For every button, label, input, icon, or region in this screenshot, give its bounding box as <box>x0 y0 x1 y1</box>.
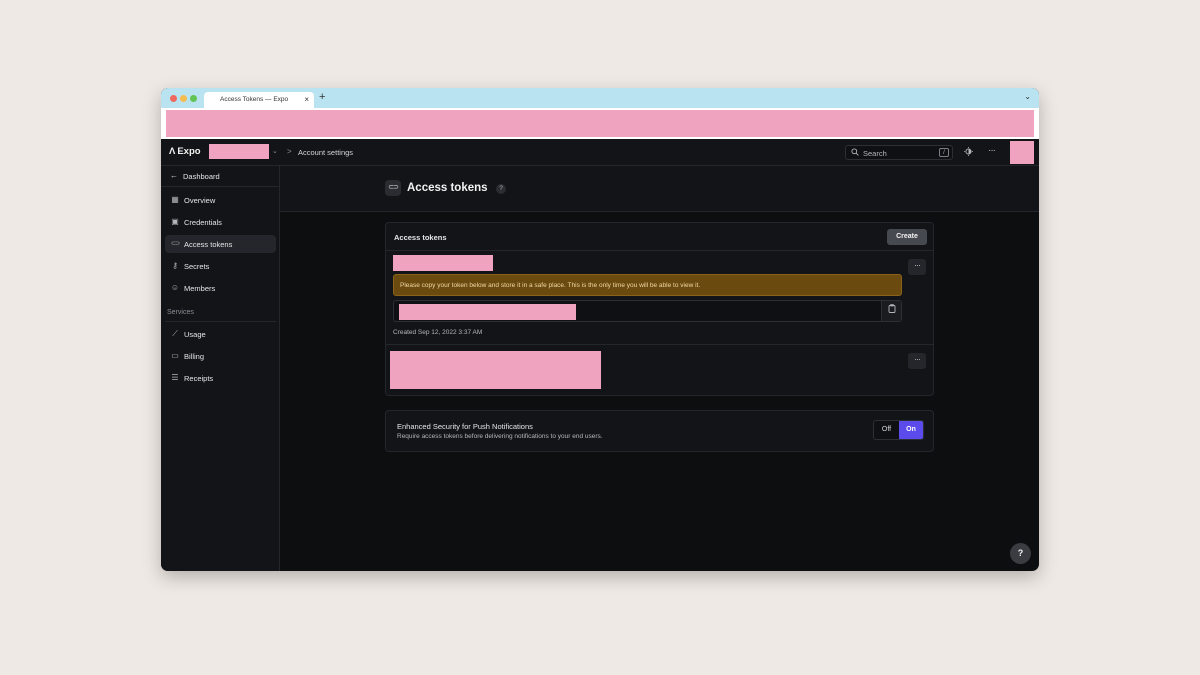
sidebar-divider <box>165 321 276 322</box>
maximize-window-button[interactable] <box>190 95 197 102</box>
sidebar: ← Dashboard ▦ Overview ▣ Credentials ⊂⊃ … <box>161 166 280 571</box>
sidebar-item-label: Access tokens <box>184 240 233 249</box>
push-security-card: Enhanced Security for Push Notifications… <box>385 410 934 452</box>
copy-token-warning: Please copy your token below and store i… <box>393 274 902 296</box>
browser-window: Access Tokens — Expo × + ⌄ Λ Expo ⌄ > Acc… <box>161 88 1039 571</box>
search-shortcut-key: / <box>939 148 949 157</box>
sidebar-item-label: Credentials <box>184 218 222 227</box>
browser-tab-title: Access Tokens — Expo <box>220 96 289 103</box>
chart-icon: ⟋ <box>172 329 178 338</box>
push-security-title: Enhanced Security for Push Notifications <box>397 422 533 431</box>
search-placeholder: Search <box>863 149 887 158</box>
token-row-menu-button[interactable]: ··· <box>908 259 926 275</box>
sidebar-item-label: Receipts <box>184 374 214 383</box>
receipt-icon: ☰ <box>171 373 179 382</box>
expo-logo[interactable]: Λ Expo <box>169 146 201 157</box>
expo-logo-icon: Λ <box>169 146 176 157</box>
address-bar[interactable] <box>161 108 1039 139</box>
redacted-account-switcher[interactable] <box>209 144 269 159</box>
toggle-off-option[interactable]: Off <box>874 421 899 439</box>
sidebar-item-label: Members <box>184 284 216 293</box>
card-title: Access tokens <box>394 233 447 242</box>
redacted-avatar[interactable] <box>1010 141 1034 164</box>
push-security-description: Require access tokens before delivering … <box>397 433 603 440</box>
copy-icon[interactable] <box>881 301 901 321</box>
id-card-icon: ▣ <box>171 217 179 226</box>
breadcrumb-account-settings[interactable]: Account settings <box>298 148 353 157</box>
sidebar-item-secrets[interactable]: ⚷ Secrets <box>165 257 276 275</box>
token-row-menu-button[interactable]: ··· <box>908 353 926 369</box>
access-tokens-card: Access tokens Create ··· Please copy you… <box>385 222 934 396</box>
close-window-button[interactable] <box>170 95 177 102</box>
billing-icon: ▭ <box>171 351 179 360</box>
theme-toggle-icon[interactable] <box>964 147 973 158</box>
app-top-bar: Λ Expo ⌄ > Account settings Search / ··· <box>161 139 1039 166</box>
redacted-address-bar <box>166 110 1034 137</box>
close-tab-icon[interactable]: × <box>304 95 309 104</box>
token-row-divider <box>386 344 933 345</box>
redacted-token-name <box>393 255 493 271</box>
back-to-dashboard-link[interactable]: ← Dashboard <box>161 166 280 187</box>
page-title: Access tokens <box>407 182 488 194</box>
members-icon: ☺ <box>170 283 180 292</box>
browser-tab[interactable]: Access Tokens — Expo × <box>204 92 314 108</box>
sidebar-item-label: Usage <box>184 330 206 339</box>
minimize-window-button[interactable] <box>180 95 187 102</box>
sidebar-item-credentials[interactable]: ▣ Credentials <box>165 213 276 231</box>
page-header: ⊂⊃ Access tokens ? <box>280 166 1039 212</box>
redacted-token-row <box>390 351 601 389</box>
search-input[interactable]: Search / <box>845 145 953 160</box>
access-token-icon: ⊂⊃ <box>385 180 401 196</box>
token-icon: ⊂⊃ <box>170 241 180 247</box>
search-icon <box>851 148 859 158</box>
browser-tab-bar: Access Tokens — Expo × + ⌄ <box>161 88 1039 108</box>
sidebar-item-billing[interactable]: ▭ Billing <box>165 347 276 365</box>
sidebar-item-label: Secrets <box>184 262 210 271</box>
back-label: Dashboard <box>183 172 220 181</box>
sidebar-item-access-tokens[interactable]: ⊂⊃ Access tokens <box>165 235 276 253</box>
sidebar-item-overview[interactable]: ▦ Overview <box>165 191 276 209</box>
arrow-left-icon: ← <box>170 171 178 180</box>
help-floating-button[interactable]: ? <box>1010 543 1031 564</box>
push-security-toggle[interactable]: Off On <box>873 420 924 440</box>
token-created-date: Created Sep 12, 2022 3:37 AM <box>393 329 483 336</box>
card-header: Access tokens Create <box>386 223 933 251</box>
more-options-icon[interactable]: ··· <box>988 145 996 156</box>
sidebar-section-services: Services <box>167 309 194 316</box>
redacted-token-value <box>399 304 576 320</box>
grid-icon: ▦ <box>171 195 179 204</box>
sidebar-item-members[interactable]: ☺ Members <box>165 279 276 297</box>
help-icon[interactable]: ? <box>496 184 506 194</box>
key-icon: ⚷ <box>172 261 178 270</box>
sidebar-item-receipts[interactable]: ☰ Receipts <box>165 369 276 387</box>
toggle-on-option[interactable]: On <box>899 421 923 439</box>
sidebar-item-label: Overview <box>184 196 216 205</box>
create-token-button[interactable]: Create <box>887 229 927 245</box>
sidebar-item-usage[interactable]: ⟋ Usage <box>165 325 276 343</box>
tab-list-chevron-icon[interactable]: ⌄ <box>1024 92 1031 101</box>
account-chevron-down-icon[interactable]: ⌄ <box>272 147 278 155</box>
token-value-field[interactable] <box>393 300 902 322</box>
sidebar-item-label: Billing <box>184 352 205 361</box>
expo-logo-text: Expo <box>177 146 201 157</box>
new-tab-button[interactable]: + <box>319 91 325 103</box>
breadcrumb-separator-icon: > <box>287 147 292 156</box>
